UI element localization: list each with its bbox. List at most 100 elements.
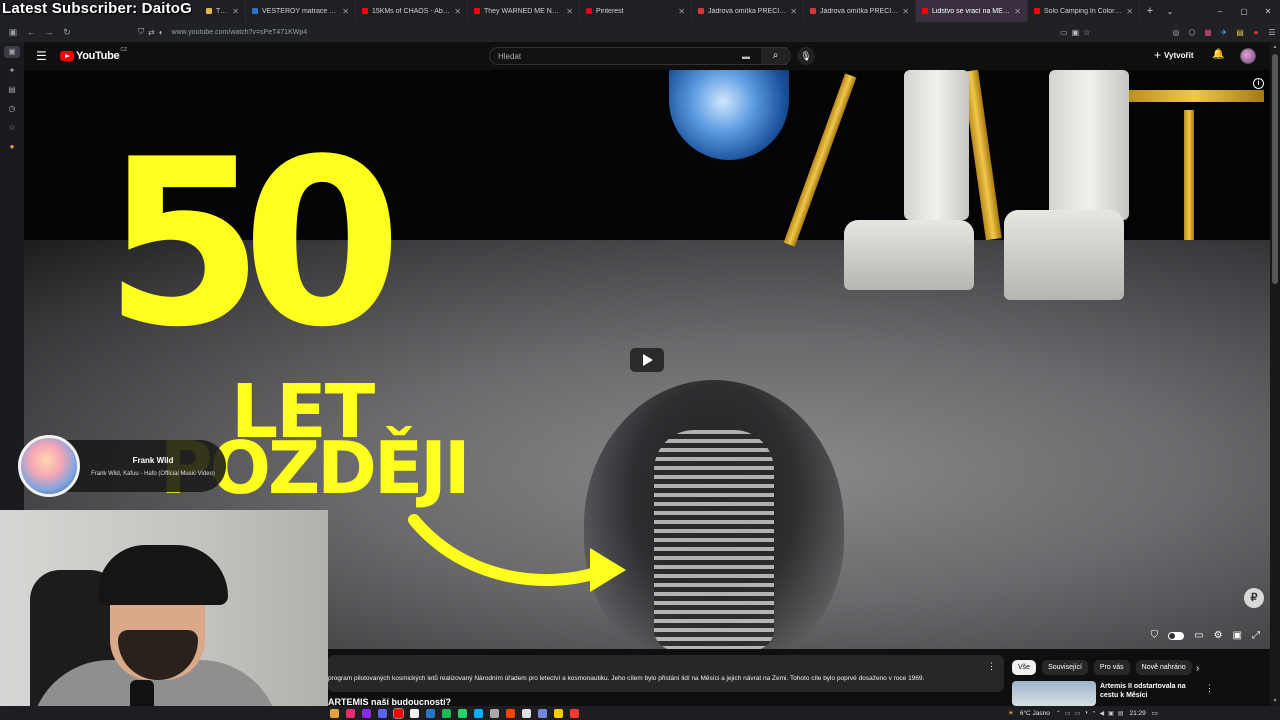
taskbar-app-icon[interactable] xyxy=(490,708,499,718)
minimize-button[interactable]: – xyxy=(1208,7,1232,16)
chip-related[interactable]: Související xyxy=(1042,660,1088,675)
close-tab-icon[interactable]: ✕ xyxy=(1014,7,1021,16)
create-button[interactable]: + Vytvořit xyxy=(1154,48,1194,62)
close-tab-icon[interactable]: ✕ xyxy=(1126,7,1133,16)
taskbar-app-icon[interactable] xyxy=(410,708,419,718)
sidebar-bookmarks-icon[interactable]: ☆ xyxy=(4,122,20,134)
search-box[interactable]: ▬ xyxy=(489,47,787,65)
youtube-logo[interactable]: YouTube CZ xyxy=(60,47,127,62)
description-box[interactable]: program pilotovaných kosmických letů rea… xyxy=(328,655,1004,692)
sidebar-history-icon[interactable]: ◷ xyxy=(4,103,20,115)
fullscreen-icon[interactable]: ⤢ xyxy=(1252,630,1260,641)
browser-tab[interactable]: Jádrová omítka PRECIT univerzál ✕ xyxy=(804,0,916,22)
maximize-button[interactable]: ▢ xyxy=(1232,7,1256,16)
new-tab-button[interactable]: + xyxy=(1140,5,1160,17)
extension-icon[interactable]: ▦ xyxy=(1200,28,1216,37)
reload-icon[interactable]: ↻ xyxy=(58,27,76,38)
keyboard-icon[interactable]: ▬ xyxy=(742,52,750,61)
info-icon[interactable]: i xyxy=(1253,78,1264,89)
close-tab-icon[interactable]: ✕ xyxy=(454,7,461,16)
back-icon[interactable]: ← xyxy=(22,27,40,37)
taskbar-app-icon[interactable] xyxy=(506,708,515,718)
browser-tab[interactable]: Pinterest ✕ xyxy=(580,0,692,22)
screenshot-icon[interactable]: ▣ xyxy=(1072,28,1080,37)
taskbar-app-icon[interactable] xyxy=(393,707,404,719)
tray-app-icon[interactable]: ▭ xyxy=(1075,710,1081,717)
sidebar-wallet-icon[interactable]: ▤ xyxy=(4,84,20,96)
sidebar-extension-icon[interactable]: ● xyxy=(4,141,20,153)
taskbar-app-icon[interactable] xyxy=(330,708,339,718)
extension-icon[interactable]: ✈ xyxy=(1216,28,1232,37)
wallet-icon[interactable]: ⬡ xyxy=(1184,28,1200,37)
channel-watermark-icon[interactable]: ₽ xyxy=(1244,588,1264,608)
chip-for-you[interactable]: Pro vás xyxy=(1093,660,1130,675)
close-tab-icon[interactable]: ✕ xyxy=(232,7,239,16)
notification-center-icon[interactable]: ▭ xyxy=(1152,709,1158,717)
settings-gear-icon[interactable]: ⚙ xyxy=(1214,630,1223,641)
close-tab-icon[interactable]: ✕ xyxy=(790,7,797,16)
forward-icon[interactable]: → xyxy=(40,27,58,37)
microphone-icon[interactable]: 🎙 xyxy=(797,47,815,65)
taskbar-app-icon[interactable] xyxy=(458,708,467,718)
tab-list-chevron-icon[interactable]: ⌄ xyxy=(1160,7,1180,16)
weather-text[interactable]: 6°C Jasno xyxy=(1020,710,1050,717)
url-field[interactable]: ⛉ ⇄ ◐ www.youtube.com/watch?v=sPeT471KWp… xyxy=(138,27,307,37)
search-input[interactable] xyxy=(498,52,738,61)
chips-next-chevron-icon[interactable]: › xyxy=(1196,663,1199,674)
close-tab-icon[interactable]: ✕ xyxy=(566,7,573,16)
tray-app-icon[interactable]: ▣ xyxy=(1108,710,1114,717)
page-scrollbar[interactable]: ▲ ▼ xyxy=(1270,42,1280,706)
close-window-button[interactable]: ✕ xyxy=(1256,7,1280,16)
related-more-icon[interactable]: ⋮ xyxy=(1205,683,1214,694)
scroll-up-icon[interactable]: ▲ xyxy=(1270,44,1280,50)
related-video-thumbnail[interactable] xyxy=(1012,681,1096,706)
play-button-icon[interactable] xyxy=(630,348,664,372)
autoplay-toggle[interactable] xyxy=(1168,631,1185,640)
clock[interactable]: 21:29 xyxy=(1129,710,1145,717)
scrollbar-thumb[interactable] xyxy=(1272,54,1278,284)
search-button-icon[interactable]: ⌕ xyxy=(761,47,791,65)
taskbar-app-icon[interactable] xyxy=(554,708,563,718)
tray-app-icon[interactable]: ▭ xyxy=(1065,710,1071,717)
taskbar-app-icon[interactable] xyxy=(362,708,371,718)
account-avatar[interactable] xyxy=(1240,48,1256,64)
browser-tab[interactable]: Jádrová omítka PRECIT univerzál ✕ xyxy=(692,0,804,22)
sidebar-ai-icon[interactable]: ✦ xyxy=(4,65,20,77)
close-tab-icon[interactable]: ✕ xyxy=(342,7,349,16)
hamburger-menu-icon[interactable]: ☰ xyxy=(36,49,48,63)
subtitles-icon[interactable]: ▭ xyxy=(1194,630,1203,641)
taskbar-app-icon[interactable] xyxy=(538,708,547,718)
youtube-extension-icon[interactable]: ● xyxy=(1248,28,1264,37)
tray-app-icon[interactable]: ◑ xyxy=(1084,710,1088,717)
site-settings-icon[interactable]: ⇄ xyxy=(148,28,155,37)
volume-icon[interactable]: ◀ xyxy=(1100,710,1105,717)
chip-recent[interactable]: Nově nahráno xyxy=(1135,660,1192,675)
taskbar-app-icon[interactable] xyxy=(474,708,483,718)
taskbar-app-icon[interactable] xyxy=(522,708,531,718)
miniplayer-icon[interactable]: ▣ xyxy=(1233,630,1242,641)
shield-badge-icon[interactable]: ⛉ xyxy=(1151,630,1159,641)
browser-tab[interactable]: They WARNED ME Not To Do It ✕ xyxy=(468,0,580,22)
sidebar-panel-icon[interactable]: ▣ xyxy=(4,46,20,58)
description-more-icon[interactable]: ⋮ xyxy=(987,661,996,672)
taskbar-app-icon[interactable] xyxy=(570,708,579,718)
extension-icon[interactable]: ▤ xyxy=(1232,28,1248,37)
taskbar-app-icon[interactable] xyxy=(378,708,387,718)
lock-icon[interactable]: ◐ xyxy=(159,28,164,37)
close-tab-icon[interactable]: ✕ xyxy=(902,7,909,16)
taskbar-app-icon[interactable] xyxy=(426,708,435,718)
menu-icon[interactable]: ☰ xyxy=(1264,28,1280,37)
chip-all[interactable]: Vše xyxy=(1012,660,1037,675)
browser-tab[interactable]: Track, fails ✕ xyxy=(200,0,246,22)
tray-chevron-icon[interactable]: ⌃ xyxy=(1056,710,1061,717)
browser-tab[interactable]: VESTERÖY matrace s taštičkový ✕ xyxy=(246,0,356,22)
pip-icon[interactable]: ▭ xyxy=(1060,28,1068,37)
vpn-icon[interactable]: ◎ xyxy=(1168,28,1184,37)
browser-tab[interactable]: 15KMs of CHAOS - Abandoned✕ xyxy=(356,0,468,22)
notifications-bell-icon[interactable]: 🔔 xyxy=(1212,49,1224,60)
related-video-title[interactable]: Artemis II odstartovala na cestu k Měsíc… xyxy=(1100,682,1204,700)
tray-app-icon[interactable]: ▤ xyxy=(1118,710,1124,717)
close-tab-icon[interactable]: ✕ xyxy=(678,7,685,16)
taskbar-app-icon[interactable] xyxy=(442,708,451,718)
network-icon[interactable]: ◔ xyxy=(1092,710,1096,717)
